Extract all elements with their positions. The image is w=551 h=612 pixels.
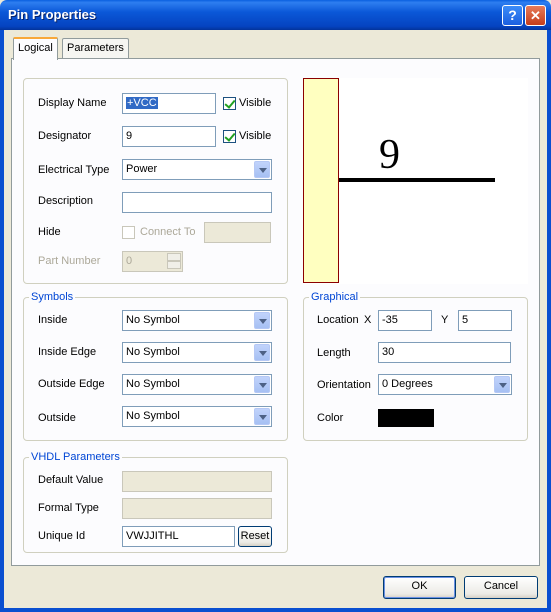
orientation-value: 0 Degrees: [382, 378, 433, 390]
designator-label: Designator: [38, 130, 92, 142]
window-title: Pin Properties: [8, 7, 97, 22]
inside-edge-value: No Symbol: [126, 346, 180, 358]
length-input[interactable]: 30: [378, 342, 511, 363]
length-label: Length: [317, 347, 351, 359]
unique-id-input[interactable]: VWJJITHL: [122, 526, 235, 547]
location-x-label: X: [364, 314, 372, 326]
default-value-label: Default Value: [38, 474, 104, 486]
color-swatch[interactable]: [378, 409, 434, 427]
electrical-type-select[interactable]: Power: [122, 159, 272, 180]
hide-checkbox[interactable]: [122, 226, 135, 239]
description-input[interactable]: [122, 192, 272, 213]
display-name-visible-checkbox[interactable]: [223, 97, 236, 110]
location-x-input[interactable]: -35: [378, 310, 432, 331]
location-y-label: Y: [441, 314, 449, 326]
inside-value: No Symbol: [126, 314, 180, 326]
formal-type-label: Formal Type: [38, 502, 99, 514]
chevron-down-icon[interactable]: [254, 376, 270, 393]
pin-preview: 9: [303, 78, 528, 284]
outside-edge-label: Outside Edge: [38, 378, 105, 390]
formal-type-input[interactable]: [122, 498, 272, 519]
window-border-left: [0, 30, 4, 612]
part-number-label: Part Number: [38, 255, 101, 267]
inside-label: Inside: [38, 314, 68, 326]
connect-to-label: Connect To: [140, 226, 196, 238]
chevron-down-icon[interactable]: [254, 344, 270, 361]
inside-edge-select[interactable]: No Symbol: [122, 342, 272, 363]
reset-button[interactable]: Reset: [238, 526, 272, 547]
tab-parameters[interactable]: Parameters: [62, 38, 129, 59]
chevron-down-icon[interactable]: [254, 408, 270, 425]
orientation-select[interactable]: 0 Degrees: [378, 374, 512, 395]
window-border-right: [547, 30, 551, 612]
part-number-spinner[interactable]: 0: [122, 251, 183, 272]
spinner-arrows-icon[interactable]: [167, 253, 181, 270]
ok-button[interactable]: OK: [383, 576, 456, 599]
window-border-bottom: [0, 608, 551, 612]
chevron-down-icon[interactable]: [254, 312, 270, 329]
symbols-group-title: Symbols: [29, 291, 76, 303]
tab-logical[interactable]: Logical: [13, 37, 58, 60]
orientation-label: Orientation: [317, 379, 371, 391]
color-label: Color: [317, 412, 344, 424]
chevron-down-icon[interactable]: [254, 161, 270, 178]
part-number-value: 0: [126, 255, 133, 267]
chevron-down-icon[interactable]: [494, 376, 510, 393]
inside-select[interactable]: No Symbol: [122, 310, 272, 331]
outside-edge-select[interactable]: No Symbol: [122, 374, 272, 395]
default-value-input[interactable]: [122, 471, 272, 492]
display-name-value: +VCC: [126, 97, 158, 109]
unique-id-label: Unique Id: [38, 530, 86, 542]
display-name-label: Display Name: [38, 97, 107, 109]
graphical-group-title: Graphical: [309, 291, 361, 303]
display-name-visible-label: Visible: [239, 97, 272, 109]
help-button[interactable]: ?: [502, 5, 523, 26]
designator-input[interactable]: 9: [122, 126, 216, 147]
display-name-input[interactable]: +VCC: [122, 93, 216, 114]
close-button[interactable]: ✕: [525, 5, 546, 26]
electrical-type-label: Electrical Type: [38, 164, 110, 176]
outside-select[interactable]: No Symbol: [122, 406, 272, 427]
designator-visible-label: Visible: [239, 130, 272, 142]
hide-label: Hide: [38, 226, 61, 238]
vhdl-group-title: VHDL Parameters: [29, 451, 122, 463]
component-body: [303, 78, 339, 283]
location-label: Location: [317, 314, 359, 326]
connect-to-input[interactable]: [204, 222, 271, 243]
electrical-type-value: Power: [126, 163, 158, 175]
cancel-button[interactable]: Cancel: [464, 576, 538, 599]
location-y-input[interactable]: 5: [458, 310, 512, 331]
outside-edge-value: No Symbol: [126, 378, 180, 390]
outside-value: No Symbol: [126, 410, 180, 422]
preview-designator: 9: [379, 132, 400, 178]
description-label: Description: [38, 195, 94, 207]
inside-edge-label: Inside Edge: [38, 346, 97, 358]
designator-visible-checkbox[interactable]: [223, 130, 236, 143]
outside-label: Outside: [38, 412, 76, 424]
